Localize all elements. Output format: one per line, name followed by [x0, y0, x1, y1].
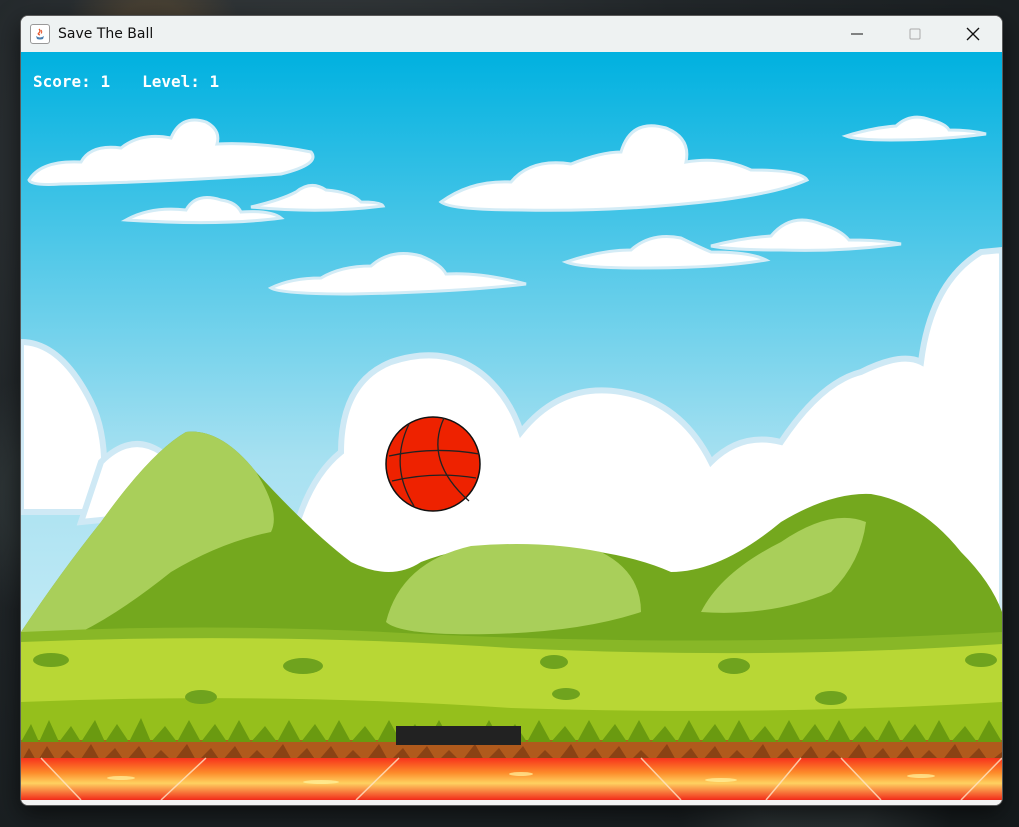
window-bottom-border	[21, 800, 1002, 805]
score-value: 1	[100, 72, 111, 91]
score-label: Score:	[33, 72, 91, 91]
maximize-button[interactable]	[886, 16, 944, 52]
title-bar[interactable]: Save The Ball	[21, 16, 1002, 52]
basketball	[385, 416, 481, 512]
background-scene	[21, 52, 1002, 800]
game-canvas[interactable]: Score: 1 Level: 1	[21, 52, 1002, 800]
maximize-icon	[909, 28, 921, 40]
close-icon	[966, 27, 980, 41]
paddle[interactable]	[396, 726, 521, 745]
score-display: Score: 1	[33, 72, 110, 91]
java-app-icon	[30, 24, 50, 44]
window-title: Save The Ball	[58, 26, 154, 42]
level-label: Level:	[142, 72, 200, 91]
level-value: 1	[209, 72, 220, 91]
app-window: Save The Ball Score: 1 Level: 1	[20, 15, 1003, 806]
hud: Score: 1 Level: 1	[33, 72, 219, 91]
close-button[interactable]	[944, 16, 1002, 52]
minimize-icon	[851, 33, 863, 35]
level-display: Level: 1	[142, 72, 219, 91]
minimize-button[interactable]	[828, 16, 886, 52]
